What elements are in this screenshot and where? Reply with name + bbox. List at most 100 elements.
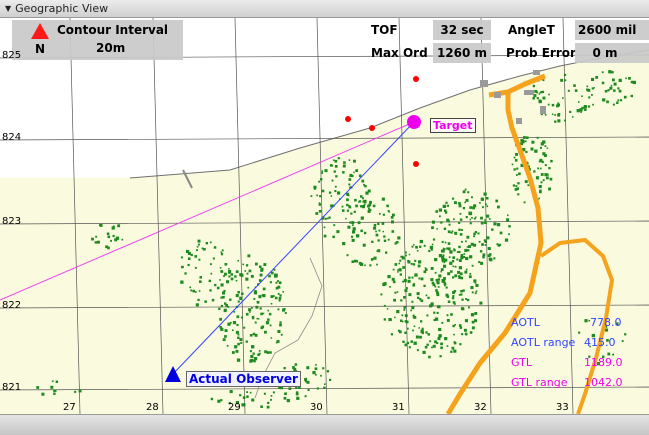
contour-interval-value: 20m [96,41,126,55]
forest-dot [205,242,208,245]
forest-dot [431,226,434,230]
forest-dot [382,213,385,216]
forest-dot [482,253,486,257]
forest-dot [546,176,549,180]
forest-dot [416,250,419,252]
forest-dot [523,201,526,204]
forest-dot [595,76,599,79]
forest-dot [442,254,445,257]
target-label[interactable]: Target [430,118,476,133]
forest-dot [444,209,447,212]
forest-dot [262,287,266,291]
forest-dot [616,101,619,104]
forest-dot [248,308,252,312]
forest-dot [433,311,436,314]
forest-dot [613,82,617,86]
forest-dot [249,311,251,313]
forest-dot [540,91,543,94]
forest-dot [458,259,462,262]
forest-dot [348,178,352,181]
forest-dot [237,342,240,346]
forest-dot [282,291,284,293]
forest-dot [536,136,539,139]
forest-dot [491,228,494,231]
forest-dot [578,331,581,334]
forest-dot [258,350,261,352]
forest-dot [587,88,591,92]
forest-dot [240,341,243,344]
forest-dot [196,249,198,252]
forest-dot [470,286,474,290]
forest-dot [263,263,267,266]
forest-dot [540,181,543,184]
forest-dot [276,340,280,343]
forest-dot [446,319,450,322]
forest-dot [464,270,468,274]
forest-dot [560,78,564,82]
forest-dot [274,274,278,278]
forest-dot [418,277,421,280]
forest-dot [353,171,355,174]
forest-dot [189,286,192,289]
forest-dot [464,319,468,323]
collapse-triangle-icon[interactable]: ▼ [5,0,11,18]
forest-dot [450,350,453,353]
forest-dot [383,235,386,238]
gtl-range-value: 1042.0 [584,376,623,389]
forest-dot [279,323,282,327]
forest-dot [405,254,407,257]
forest-dot [404,289,408,293]
forest-dot [404,251,407,254]
forest-dot [442,204,446,208]
forest-dot [197,239,201,243]
forest-dot [277,330,281,333]
forest-dot [402,340,405,343]
forest-dot [538,185,542,189]
window-titlebar[interactable]: ▼ Geographic View [0,0,649,18]
forest-dot [404,314,408,318]
forest-dot [242,396,246,399]
forest-dot [511,163,514,166]
forest-dot [540,173,544,176]
map-canvas[interactable] [0,18,649,414]
forest-dot [480,197,484,201]
forest-dot [394,242,397,245]
forest-dot [219,317,222,321]
forest-dot [53,392,56,395]
forest-dot [484,244,487,246]
forest-dot [546,147,549,149]
forest-dot [320,374,322,377]
forest-dot [415,245,418,249]
forest-dot [236,315,240,319]
forest-dot [396,291,399,293]
forest-dot [423,244,426,247]
forest-dot [512,184,515,187]
forest-dot [204,300,207,303]
forest-dot [609,86,613,90]
forest-dot [465,298,467,300]
forest-dot [484,221,487,224]
forest-dot [237,259,239,262]
observer-label[interactable]: Actual Observer [186,371,301,387]
forest-dot [496,223,501,227]
forest-dot [190,289,193,292]
forest-dot [272,295,275,297]
forest-dot [440,342,443,346]
y-tick-label: 823 [2,216,22,227]
forest-dot [477,232,480,235]
forest-dot [329,378,332,381]
forest-dot [349,173,353,177]
forest-dot [430,267,434,270]
forest-dot [351,221,355,224]
forest-dot [329,164,333,167]
forest-dot [346,198,349,202]
map-view[interactable]: N Contour Interval 20m TOF 32 sec AngleT… [0,18,649,414]
forest-dot [580,111,582,113]
forest-dot [458,250,461,254]
forest-dot [266,405,270,409]
forest-dot [333,170,336,173]
forest-dot [447,247,451,251]
forest-dot [51,380,54,383]
forest-dot [459,233,463,236]
forest-dot [318,180,321,183]
